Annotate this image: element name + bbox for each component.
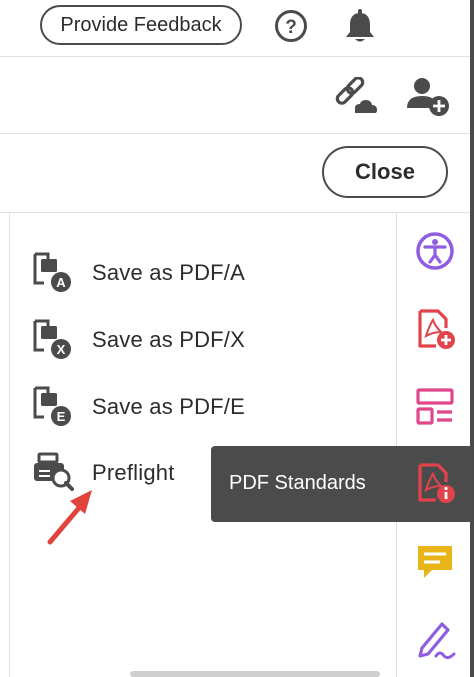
organize-pages-icon[interactable]: [414, 386, 456, 428]
accessibility-icon[interactable]: [414, 230, 456, 272]
pdf-e-badge: E: [57, 409, 66, 424]
help-circle-icon[interactable]: ?: [274, 9, 308, 43]
save-as-pdf-e-item[interactable]: E Save as PDF/E: [30, 382, 350, 432]
create-pdf-icon[interactable]: [414, 308, 456, 350]
provide-feedback-button[interactable]: Provide Feedback: [40, 5, 242, 45]
pdf-a-icon: A: [33, 252, 71, 292]
provide-feedback-label: Provide Feedback: [60, 13, 222, 36]
window-edge: [470, 0, 474, 677]
pdf-a-badge: A: [56, 275, 66, 290]
top-bar: Provide Feedback ?: [0, 0, 474, 57]
pdf-x-badge: X: [57, 342, 66, 357]
right-rail-divider: [396, 213, 397, 677]
horizontal-scrollbar[interactable]: [130, 671, 380, 677]
save-as-pdf-a-label: Save as PDF/A: [92, 260, 245, 285]
comment-icon[interactable]: [414, 542, 456, 584]
close-button[interactable]: Close: [322, 146, 448, 198]
pdf-standards-icon[interactable]: [414, 462, 456, 504]
bell-icon[interactable]: [343, 8, 377, 44]
left-edge: [0, 213, 10, 677]
save-as-pdf-e-label: Save as PDF/E: [92, 394, 245, 419]
add-user-icon[interactable]: [405, 76, 451, 118]
tooltip-text: PDF Standards: [229, 472, 366, 494]
save-as-pdf-x-label: Save as PDF/X: [92, 327, 245, 352]
panel-header: Close: [0, 134, 470, 213]
share-toolbar: [0, 57, 470, 134]
link-cloud-icon[interactable]: [333, 77, 377, 117]
annotation-arrow: [47, 490, 92, 545]
svg-text:?: ?: [285, 17, 297, 38]
pdf-e-icon: E: [33, 386, 71, 426]
save-as-pdf-a-item[interactable]: A Save as PDF/A: [30, 248, 350, 298]
save-as-pdf-x-item[interactable]: X Save as PDF/X: [30, 315, 350, 365]
preflight-label: Preflight: [92, 460, 175, 485]
pdf-x-icon: X: [33, 319, 71, 359]
fill-sign-icon[interactable]: [414, 618, 456, 660]
close-label: Close: [355, 159, 415, 184]
